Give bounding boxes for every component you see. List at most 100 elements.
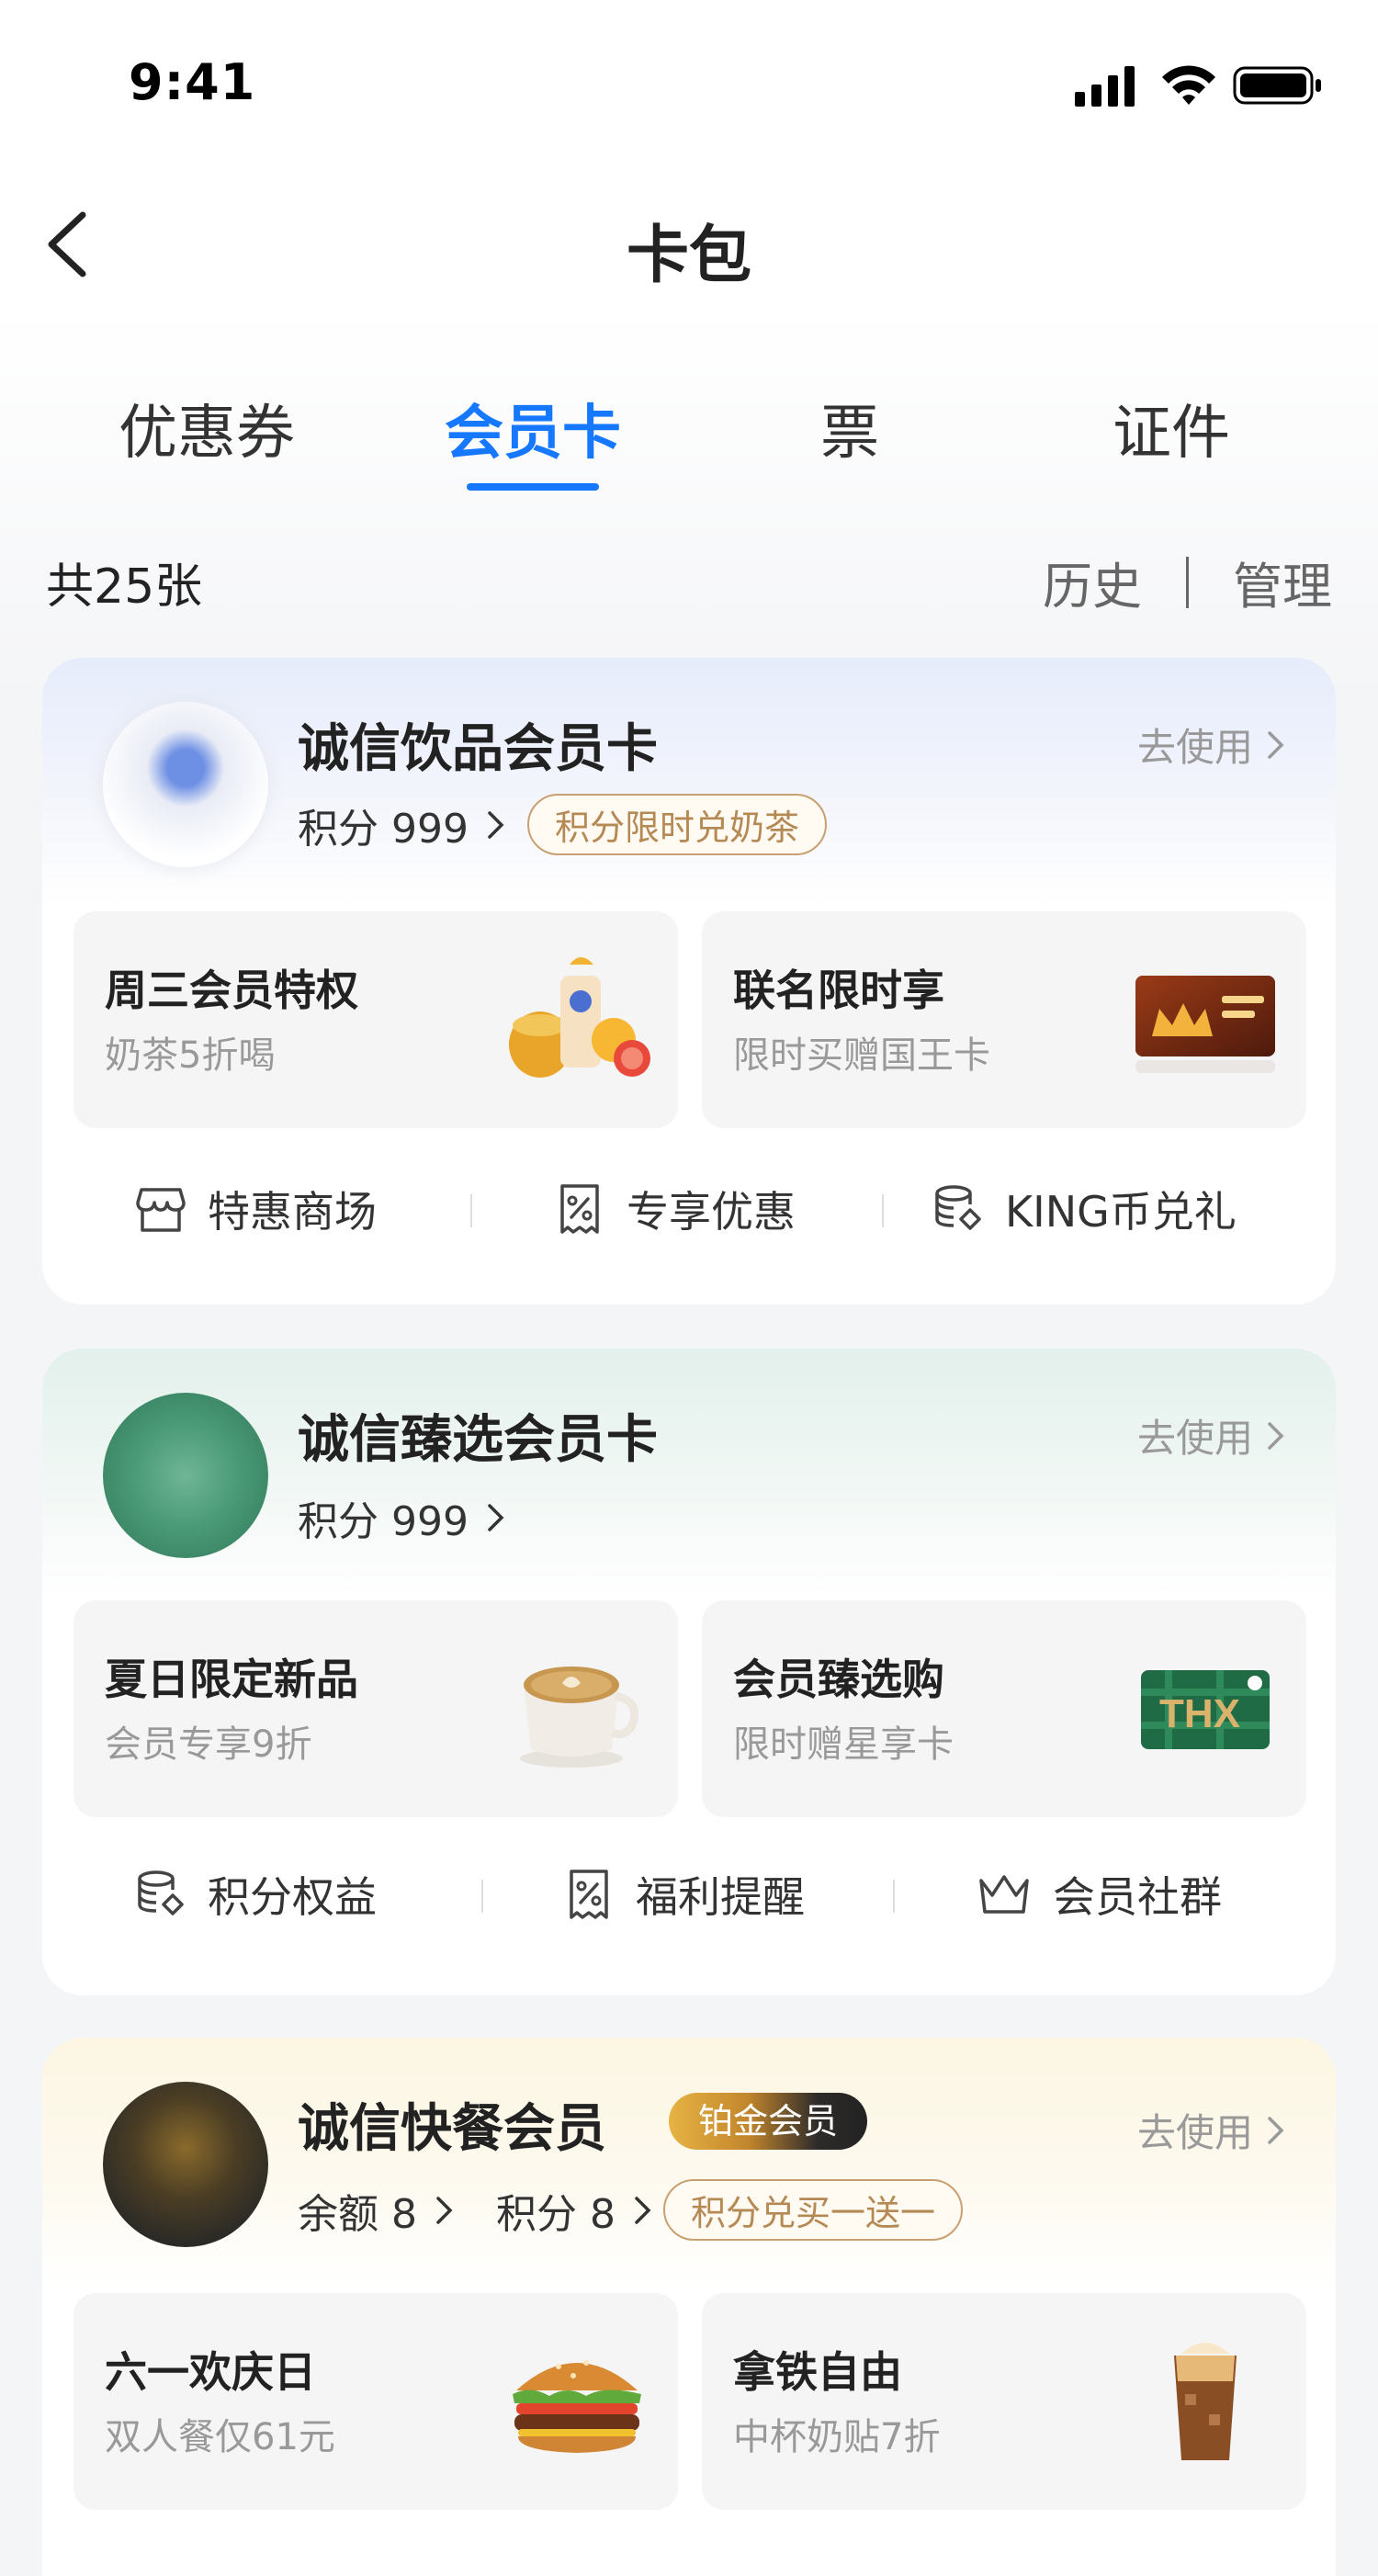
member-card-fastfood[interactable]: 诚信快餐会员 铂金会员 去使用 余额 8 积分 8 积分兑买一送一 六一欢庆日 … xyxy=(42,2038,1336,2576)
card-header: 诚信饮品会员卡 去使用 积分 999 积分限时兑奶茶 xyxy=(42,658,1336,906)
action-welfare-reminder[interactable]: 福利提醒 xyxy=(562,1848,805,1940)
promo-subtitle: 中杯奶贴7折 xyxy=(733,2416,941,2458)
wifi-icon xyxy=(1162,65,1215,105)
points-row: 余额 8 积分 8 积分兑买一送一 xyxy=(298,2179,963,2241)
promo-title: 会员臻选购 xyxy=(733,1655,944,1704)
promo-row: 夏日限定新品 会员专享9折 会员臻选购 限时赠星享卡 THX xyxy=(73,1600,1306,1817)
card-name: 诚信饮品会员卡 xyxy=(298,719,658,779)
thx-gift-card-image: THX xyxy=(1141,1670,1270,1749)
promo-tile[interactable]: 会员臻选购 限时赠星享卡 THX xyxy=(702,1600,1306,1817)
action-label: 会员社群 xyxy=(1053,1872,1222,1922)
divider xyxy=(893,1880,895,1913)
promo-tile[interactable]: 夏日限定新品 会员专享9折 xyxy=(73,1600,678,1817)
membership-level-badge: 铂金会员 xyxy=(669,2093,868,2150)
card-header: 诚信臻选会员卡 去使用 积分 999 xyxy=(42,1349,1336,1597)
action-label: 特惠商场 xyxy=(208,1187,377,1237)
battery-icon xyxy=(1233,66,1321,105)
brand-logo xyxy=(103,702,268,867)
points-value[interactable]: 积分 999 xyxy=(298,796,469,854)
promo-subtitle: 奶茶5折喝 xyxy=(105,1034,276,1077)
page-title: 卡包 xyxy=(626,220,751,292)
card-name: 诚信快餐会员 xyxy=(298,2099,606,2159)
use-link-label: 去使用 xyxy=(1136,725,1253,770)
promo-subtitle: 双人餐仅61元 xyxy=(105,2416,335,2458)
king-card-image xyxy=(1135,976,1275,1073)
action-king-coin-redeem[interactable]: KING币兑礼 xyxy=(932,1163,1237,1255)
use-link[interactable]: 去使用 xyxy=(1137,1407,1286,1463)
discount-coupon-icon xyxy=(570,1870,608,1919)
member-card-drinks[interactable]: 诚信饮品会员卡 去使用 积分 999 积分限时兑奶茶 周三会员特权 奶茶5折喝 xyxy=(42,658,1336,1305)
use-link[interactable]: 去使用 xyxy=(1137,2102,1286,2158)
balance-value[interactable]: 余额 8 xyxy=(298,2181,417,2240)
action-label: 专享优惠 xyxy=(627,1187,796,1237)
action-special-mall[interactable]: 特惠商场 xyxy=(134,1163,377,1255)
promo-title: 六一欢庆日 xyxy=(105,2347,316,2397)
brand-logo xyxy=(103,2082,268,2247)
use-link-label: 去使用 xyxy=(1136,2110,1253,2155)
action-points-benefits[interactable]: 积分权益 xyxy=(134,1848,377,1940)
tab-bar: 优惠券 会员卡 票 证件 xyxy=(0,386,1378,496)
manage-link[interactable]: 管理 xyxy=(1233,546,1332,618)
promo-tile[interactable]: 拿铁自由 中杯奶贴7折 xyxy=(702,2293,1306,2510)
promo-pill[interactable]: 积分限时兑奶茶 xyxy=(526,794,827,855)
divider xyxy=(882,1194,884,1227)
action-label: 积分权益 xyxy=(208,1872,377,1922)
action-label: KING币兑礼 xyxy=(1005,1187,1237,1237)
card-actions: 特惠商场 专享优惠 KING币兑礼 xyxy=(42,1163,1336,1255)
divider xyxy=(481,1880,483,1913)
tab-documents[interactable]: 证件 xyxy=(1011,386,1332,470)
cellular-signal-icon xyxy=(1075,66,1135,107)
promo-tile[interactable]: 周三会员特权 奶茶5折喝 xyxy=(73,911,678,1128)
active-tab-indicator xyxy=(467,483,599,491)
chevron-right-icon xyxy=(1268,730,1284,759)
brand-logo xyxy=(103,1393,268,1558)
promo-row: 周三会员特权 奶茶5折喝 联名限时享 限时买赠国王卡 xyxy=(73,911,1306,1128)
chevron-right-icon xyxy=(488,810,504,839)
promo-title: 夏日限定新品 xyxy=(105,1655,358,1704)
promo-pill[interactable]: 积分兑买一送一 xyxy=(662,2179,963,2241)
status-icons xyxy=(1075,65,1321,107)
points-value[interactable]: 积分 999 xyxy=(298,1488,469,1547)
points-row: 积分 999 xyxy=(298,1488,527,1547)
promo-subtitle: 限时赠星享卡 xyxy=(733,1723,954,1766)
tab-tickets[interactable]: 票 xyxy=(689,386,1011,470)
promo-subtitle: 会员专享9折 xyxy=(105,1723,312,1766)
chevron-right-icon xyxy=(436,2196,453,2224)
divider xyxy=(1186,556,1189,608)
card-header: 诚信快餐会员 铂金会员 去使用 余额 8 积分 8 积分兑买一送一 xyxy=(42,2038,1336,2286)
action-member-community[interactable]: 会员社群 xyxy=(976,1848,1222,1940)
tab-coupons[interactable]: 优惠券 xyxy=(46,386,367,470)
tab-membership-cards[interactable]: 会员卡 xyxy=(372,386,694,470)
points-row: 积分 999 积分限时兑奶茶 xyxy=(298,794,827,855)
use-link-label: 去使用 xyxy=(1136,1416,1253,1461)
promo-subtitle: 限时买赠国王卡 xyxy=(733,1034,990,1077)
drinks-fruit-image xyxy=(509,957,650,1078)
card-count: 共25张 xyxy=(46,559,203,615)
chevron-right-icon xyxy=(1268,1421,1284,1450)
use-link[interactable]: 去使用 xyxy=(1137,717,1286,773)
store-icon xyxy=(136,1188,186,1232)
card-name: 诚信臻选会员卡 xyxy=(298,1410,658,1470)
chevron-right-icon xyxy=(1268,2116,1284,2144)
card-actions: 积分权益 福利提醒 会员社群 xyxy=(42,1848,1336,1940)
discount-coupon-icon xyxy=(560,1184,599,1234)
coin-stack-icon xyxy=(138,1870,184,1915)
promo-tile[interactable]: 联名限时享 限时买赠国王卡 xyxy=(702,911,1306,1128)
member-card-select[interactable]: 诚信臻选会员卡 去使用 积分 999 夏日限定新品 会员专享9折 会员臻选购 限… xyxy=(42,1349,1336,1995)
promo-tile[interactable]: 六一欢庆日 双人餐仅61元 xyxy=(73,2293,678,2510)
action-exclusive-offers[interactable]: 专享优惠 xyxy=(553,1163,796,1255)
action-label: 福利提醒 xyxy=(636,1872,805,1922)
status-time: 9:41 xyxy=(129,53,256,111)
chevron-right-icon xyxy=(488,1504,504,1531)
points-value[interactable]: 积分 8 xyxy=(496,2181,616,2240)
latte-cup-image xyxy=(520,1666,639,1768)
iced-latte-image xyxy=(1174,2343,1237,2460)
svg-text:THX: THX xyxy=(1159,1691,1240,1736)
status-bar: 9:41 xyxy=(0,0,1378,165)
history-link[interactable]: 历史 xyxy=(1043,546,1142,618)
crown-icon xyxy=(979,1875,1029,1914)
promo-row: 六一欢庆日 双人餐仅61元 拿铁自由 中杯奶贴7折 xyxy=(73,2293,1306,2510)
divider xyxy=(470,1194,472,1227)
coin-stack-icon xyxy=(935,1185,981,1230)
list-actions: 历史 管理 xyxy=(1043,546,1332,618)
